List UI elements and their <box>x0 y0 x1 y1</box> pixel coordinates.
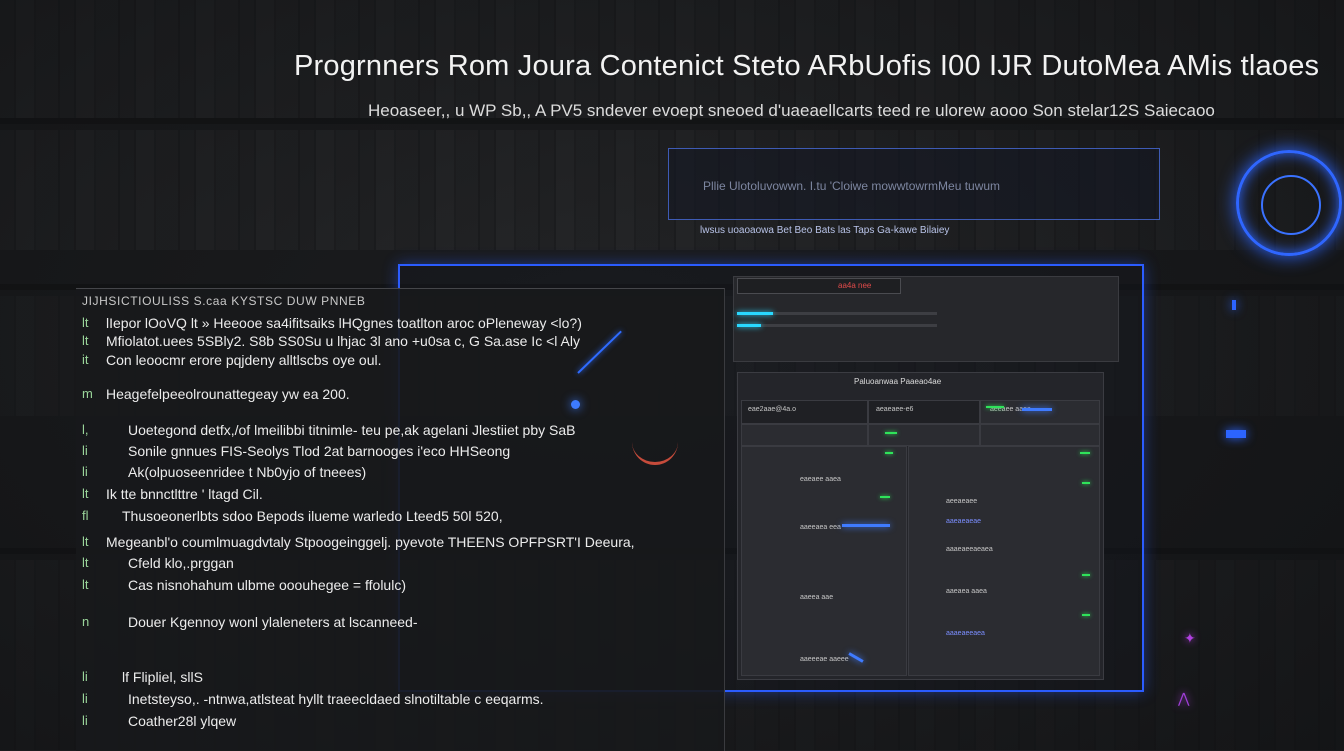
code-text: Inetsteyso,. -ntnwa,atlsteat hyllt traee… <box>128 691 544 707</box>
code-text: Thusoeonerlbts sdoo Bepods ilueme warled… <box>122 508 503 524</box>
line-gutter: lt <box>82 315 89 330</box>
row-label: aaeeeae aaeee <box>800 656 849 663</box>
cursor-dot-icon <box>571 400 580 409</box>
line-gutter: lt <box>82 577 89 592</box>
code-text: Ak(olpuoseenridee t Nb0yjo of tneees) <box>128 464 367 480</box>
ring-inner <box>1261 175 1321 235</box>
dashboard-title: Paluoanwaa Paaeao4ae <box>854 377 942 386</box>
neon-glyph-icon: ⋀ <box>1178 690 1190 706</box>
right-label: aaeaea aaea <box>946 588 987 595</box>
code-text: Heagefelpeeolrounattegeay yw ea 200. <box>106 386 350 402</box>
window-tab-label: aa4a nee <box>838 281 872 290</box>
status-spark <box>1082 574 1090 576</box>
info-box: Pllie Ulotoluvowwn. I.tu 'Cloiwe mowwtow… <box>668 148 1160 220</box>
progress-bar <box>737 324 937 327</box>
line-gutter: lt <box>82 333 89 348</box>
right-label: aaaeaeeaea <box>946 630 985 637</box>
progress-bar <box>737 312 937 315</box>
line-gutter: l, <box>82 422 89 437</box>
line-gutter: lt <box>82 486 89 501</box>
code-text: Cas nisnohahum ulbme ooouhegee = ffolulc… <box>128 577 406 593</box>
code-text: Sonile gnnues FIS-Seolys Tlod 2at barnoo… <box>128 443 511 459</box>
highlight-bar <box>842 524 890 527</box>
neon-marker <box>1232 300 1236 310</box>
neon-glyph-icon: ✦ <box>1184 630 1196 646</box>
status-spark <box>885 432 897 434</box>
code-text: lIepor lOoVQ lt » Heeooe sa4ifitsaiks lH… <box>106 315 582 331</box>
code-text: Mfiolatot.uees 5SBly2. S8b SS0Su u lhjac… <box>106 333 580 349</box>
progress-fill <box>737 324 761 327</box>
line-gutter: lt <box>82 534 89 549</box>
status-spark <box>885 452 893 454</box>
line-gutter: fl <box>82 508 89 523</box>
highlight-bar <box>1022 408 1052 411</box>
line-gutter: li <box>82 464 88 479</box>
code-text: lf Flipliel, sllS <box>122 669 203 685</box>
glowing-ring-icon <box>1236 150 1342 256</box>
table-header-label: eae2aae@4a.o <box>748 406 796 413</box>
code-text: Ik tte bnnctlttre ' ltagd Cil. <box>106 486 263 502</box>
status-spark <box>1082 482 1090 484</box>
code-text: Douer Kgennoy wonl ylaleneters at lscann… <box>128 614 418 630</box>
line-gutter: li <box>82 713 88 728</box>
window-tab[interactable]: aa4a nee <box>737 278 901 294</box>
code-text: Megeanbl'o coumlmuagdvtaly Stpoogeinggel… <box>106 534 635 550</box>
code-editor-panel[interactable]: JIJHSICTIOULISS S.caa KYSTSC DUW PNNEB l… <box>76 288 725 751</box>
status-spark <box>1080 452 1090 454</box>
status-spark <box>986 406 1004 408</box>
line-gutter: lt <box>82 555 89 570</box>
editor-title: JIJHSICTIOULISS S.caa KYSTSC DUW PNNEB <box>82 294 366 308</box>
right-label: aaeaeaeae <box>946 518 982 525</box>
line-gutter: li <box>82 443 88 458</box>
code-text: Cfeld klo,.prggan <box>128 555 234 571</box>
code-text: Coather28l ylqew <box>128 713 237 729</box>
info-box-text: Pllie Ulotoluvowwn. I.tu 'Cloiwe mowwtow… <box>703 179 1001 193</box>
right-label: aeeaeaee <box>946 498 978 505</box>
status-spark <box>1082 614 1090 616</box>
row-label: aaeeaea eea <box>800 524 841 531</box>
code-text: Uoetegond detfx,/of lmeilibbi titnimle- … <box>128 422 576 438</box>
right-label: aaaeaeeaeaea <box>946 546 993 553</box>
line-gutter: m <box>82 386 93 401</box>
progress-fill <box>737 312 773 315</box>
table-cell <box>868 424 980 446</box>
table-cell <box>741 424 868 446</box>
table-header-label: aeaeaee-e6 <box>876 406 914 413</box>
line-gutter: n <box>82 614 90 629</box>
line-gutter: li <box>82 691 88 706</box>
code-text: Con leoocmr erore pqjdeny alltlscbs oye … <box>106 352 382 368</box>
info-caption: lwsus uoaoaowa Bet Beo Bats las Taps Ga-… <box>700 225 950 236</box>
row-label: aaeea aae <box>800 594 834 601</box>
page-subheadline: Heoaseer,, u WP Sb,, A PV5 sndever evoep… <box>368 101 1215 120</box>
status-spark <box>880 496 890 498</box>
data-column-right <box>908 446 1100 676</box>
row-label: eaeaee aaea <box>800 476 841 483</box>
line-gutter: li <box>82 669 88 684</box>
line-gutter: it <box>82 352 89 367</box>
page-headline: Progrnners Rom Joura Contenict Steto ARb… <box>294 50 1320 82</box>
neon-marker <box>1226 430 1246 438</box>
table-cell <box>980 424 1100 446</box>
